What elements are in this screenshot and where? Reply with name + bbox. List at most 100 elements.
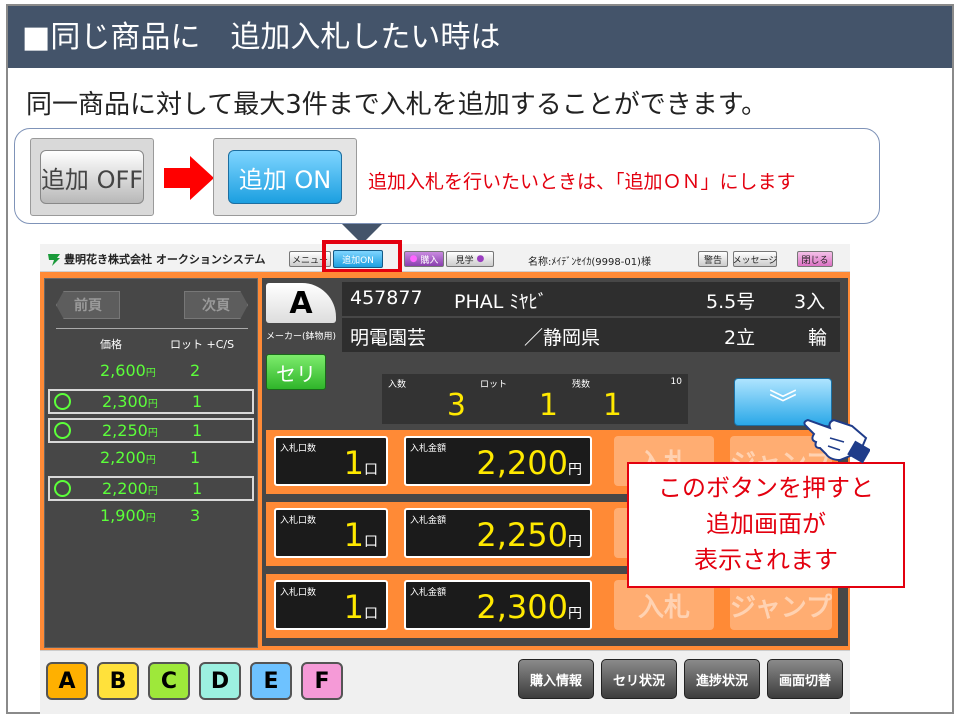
divider (56, 328, 248, 329)
bid-list-row[interactable]: 2,300円 1 (48, 389, 254, 414)
row-lot: 1 (190, 448, 201, 467)
bid-count-value: 1 (343, 444, 364, 482)
seri-button[interactable]: セリ (266, 354, 326, 390)
zansu-total: 10 (670, 377, 682, 387)
yen-unit: 円 (147, 428, 158, 439)
unit: 輪 (808, 327, 828, 349)
row-price-wrap: 2,250円 (102, 421, 158, 440)
amount-unit: 円 (568, 606, 582, 622)
irisu-value: 3 (446, 388, 466, 423)
stand-count: 2立 (724, 327, 756, 349)
grade-tab-f[interactable]: F (301, 662, 343, 700)
row-price: 2,200 (102, 479, 148, 498)
bid-count-value: 1 (343, 516, 364, 554)
action-button[interactable]: 購入情報 (518, 659, 594, 699)
count-unit: 口 (364, 534, 378, 550)
item-code: 457877 (350, 287, 423, 309)
bid-amount-field[interactable]: 入札金額 2,200円 (404, 436, 592, 486)
prev-page-button[interactable]: 前頁 (56, 291, 120, 319)
grade-tab-a[interactable]: A (46, 662, 88, 700)
row-price-wrap: 2,200円 (102, 479, 158, 498)
circle-mark-icon (54, 422, 71, 439)
zansu-value: 1 (602, 388, 622, 423)
yen-unit: 円 (147, 399, 158, 410)
buy-mode-button[interactable]: ● 購入 (404, 251, 444, 267)
circle-mark-icon (54, 393, 71, 410)
row-price: 2,600 (100, 361, 146, 380)
bid-list-row[interactable]: 2,200円 1 (48, 476, 254, 501)
yen-unit: 円 (145, 513, 156, 524)
grade-tab-d[interactable]: D (199, 662, 241, 700)
row-lot: 3 (190, 506, 201, 525)
company-name: 豊明花き株式会社 オークションシステム (64, 253, 266, 266)
purple-dot-icon: ● (473, 254, 485, 264)
warning-button[interactable]: 警告 (698, 251, 728, 267)
bid-amount-field[interactable]: 入札金額 2,250円 (404, 508, 592, 558)
item-info-row-1: 457877 PHAL ﾐﾔﾋﾞ 5.5号 3入 (342, 282, 840, 316)
pointing-hand-icon (803, 418, 870, 464)
action-button[interactable]: 画面切替 (767, 659, 843, 699)
arrow-right-icon (164, 156, 214, 200)
bid-count-field[interactable]: 入札口数 1口 (274, 580, 388, 630)
grade-tab-e[interactable]: E (250, 662, 292, 700)
double-chevron-down-icon: ︾ (768, 387, 797, 420)
bid-amount-value: 2,250 (476, 516, 568, 554)
grade-tab-c[interactable]: C (148, 662, 190, 700)
row-lot: 1 (192, 479, 203, 498)
message-button[interactable]: メッセージ (733, 251, 777, 267)
add-on-button[interactable]: 追加 ON (228, 150, 342, 204)
maker-label: メーカー(鉢物用) (266, 332, 337, 342)
tip-box: このボタンを押すと 追加画面が 表示されます (627, 462, 905, 588)
item-count: 3入 (794, 291, 826, 313)
bid-amount-value: 2,300 (476, 588, 568, 626)
close-button[interactable]: 閉じる (797, 251, 833, 267)
bid-list-row[interactable]: 2,600円 2 (48, 360, 254, 385)
bid-count-value: 1 (343, 588, 364, 626)
item-size: 5.5号 (706, 291, 756, 313)
item-info-row-2: 明電園芸 ／静岡県 2立 輪 (342, 318, 840, 352)
bid-amount-value: 2,200 (476, 444, 568, 482)
row-lot: 2 (190, 361, 201, 380)
item-name: PHAL ﾐﾔﾋﾞ (454, 291, 548, 313)
add-off-button[interactable]: 追加 OFF (40, 150, 144, 204)
col-header-lot: ロット +C/S (170, 338, 235, 351)
grade-tab-b[interactable]: B (97, 662, 139, 700)
purple-dot-icon: ● (409, 254, 421, 264)
amount-unit: 円 (568, 534, 582, 550)
bid-count-field[interactable]: 入札口数 1口 (274, 508, 388, 558)
row-price-wrap: 2,600円 (100, 361, 156, 380)
yen-unit: 円 (147, 486, 158, 497)
bid-count-field[interactable]: 入札口数 1口 (274, 436, 388, 486)
add-on-toggle[interactable]: 追加ON (333, 250, 383, 268)
row-price: 2,200 (100, 448, 146, 467)
action-button[interactable]: セリ状況 (601, 659, 677, 699)
row-price-wrap: 2,200円 (100, 448, 156, 467)
bid-list-row[interactable]: 2,250円 1 (48, 418, 254, 443)
callout-note: 追加入札を行いたいときは、「追加ＯＮ」にします (368, 171, 796, 193)
watch-mode-button[interactable]: 見学 ● (446, 251, 494, 267)
user-name: 名称:ﾒｲﾃﾞﾝｾｲｶ(9998-01)様 (528, 257, 651, 268)
lot-box: ロット 1 (474, 374, 566, 424)
add-off-example: 追加 OFF (30, 138, 154, 216)
origin: ／静岡県 (524, 327, 601, 349)
logo-icon (48, 254, 60, 266)
bid-list-row[interactable]: 1,900円 3 (48, 505, 254, 530)
circle-mark-icon (54, 480, 71, 497)
yen-unit: 円 (145, 368, 156, 379)
bid-amount-field[interactable]: 入札金額 2,300円 (404, 580, 592, 630)
irisu-box: 入数 3 (382, 374, 474, 424)
count-unit: 口 (364, 462, 378, 478)
bid-list-row[interactable]: 2,200円 1 (48, 447, 254, 472)
amount-unit: 円 (568, 462, 582, 478)
row-lot: 1 (192, 392, 203, 411)
action-button[interactable]: 進捗状況 (684, 659, 760, 699)
row-price-wrap: 1,900円 (100, 506, 156, 525)
yen-unit: 円 (145, 455, 156, 466)
count-unit: 口 (364, 606, 378, 622)
add-on-example: 追加 ON (213, 138, 357, 216)
lot-value: 1 (538, 388, 558, 423)
col-header-price: 価格 (100, 338, 122, 351)
row-price: 2,250 (102, 421, 148, 440)
next-page-button[interactable]: 次頁 (184, 291, 248, 319)
row-price-wrap: 2,300円 (102, 392, 158, 411)
